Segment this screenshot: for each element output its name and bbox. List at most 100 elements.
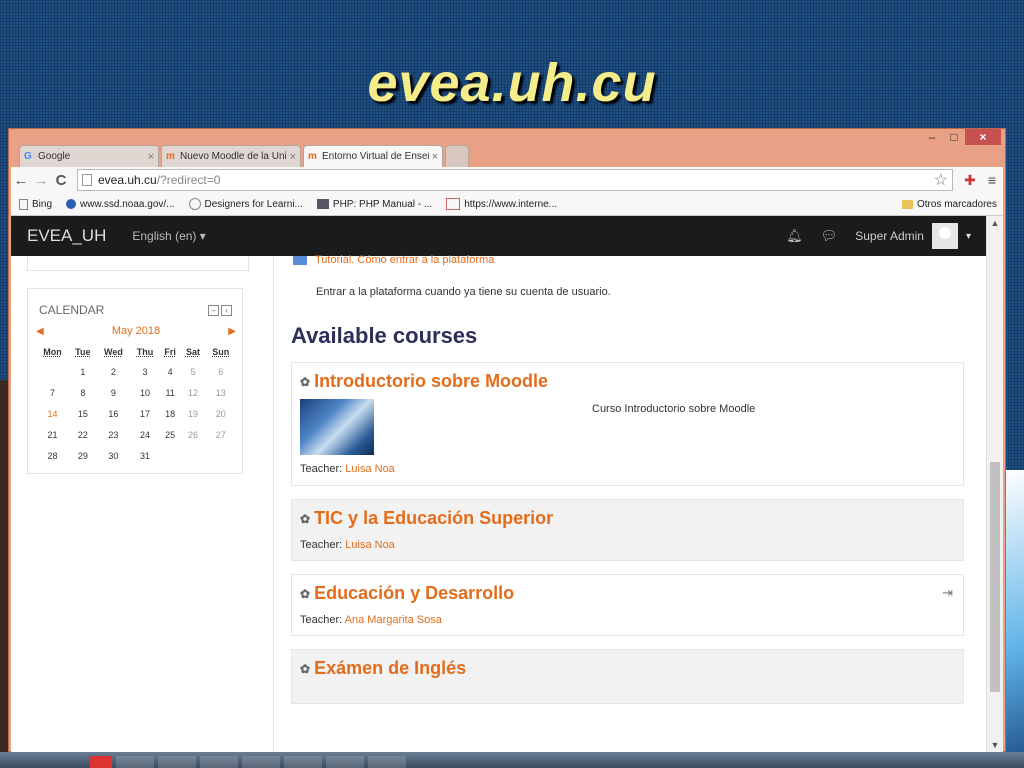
minimize-button[interactable]: – (921, 129, 943, 145)
bookmark-bing[interactable]: Bing (19, 198, 52, 210)
collapse-icon[interactable]: – (208, 305, 219, 316)
teacher-link[interactable]: Ana Margarita Sosa (345, 614, 442, 626)
bookmark-internet[interactable]: https://www.interne... (446, 198, 557, 210)
calendar-day[interactable]: 6 (206, 361, 237, 382)
message-icon[interactable]: 💬︎ (821, 228, 838, 244)
scrollbar-thumb[interactable] (990, 462, 1000, 692)
teacher-link[interactable]: Luisa Noa (345, 463, 395, 475)
calendar-day[interactable]: 20 (206, 403, 237, 424)
calendar-day[interactable]: 14 (36, 403, 69, 424)
calendar-day[interactable]: 26 (180, 424, 205, 445)
taskbar-app[interactable] (90, 756, 112, 768)
calendar-day[interactable]: 3 (130, 361, 160, 382)
course-image (300, 399, 374, 455)
calendar-day[interactable]: 23 (97, 424, 131, 445)
enrol-icon[interactable]: ⇥ (942, 585, 953, 601)
prev-month-icon[interactable]: ◀ (36, 326, 44, 337)
ws-icon (446, 198, 461, 210)
tutorial-link[interactable]: Tutorial. Cómo entrar a la plataforma (293, 254, 494, 266)
dock-icon[interactable]: ‹ (221, 305, 232, 316)
back-arrow-icon[interactable]: ← (11, 172, 31, 189)
taskbar-app[interactable] (326, 756, 364, 768)
new-tab-button[interactable] (445, 145, 469, 167)
slide-title: evea.uh.cu (367, 53, 657, 113)
bookmark-php[interactable]: PHP: PHP Manual - ... (316, 199, 432, 210)
tab-nuevo-moodle[interactable]: m Nuevo Moodle de la Unive × (161, 145, 301, 167)
calendar-month[interactable]: May 2018 (44, 325, 229, 337)
calendar-day[interactable]: 13 (206, 382, 237, 403)
calendar-day[interactable]: 7 (36, 382, 69, 403)
avatar[interactable] (931, 223, 958, 249)
calendar-day[interactable]: 27 (206, 424, 237, 445)
calendar-day[interactable]: 5 (180, 361, 205, 382)
teacher-link[interactable]: Luisa Noa (345, 539, 395, 551)
calendar-day[interactable]: 17 (130, 403, 160, 424)
course-name[interactable]: ✿ Exámen de Inglés (300, 658, 466, 679)
tutorial-link-text[interactable]: Tutorial. Cómo entrar a la plataforma (315, 254, 494, 266)
address-bar[interactable]: evea.uh.cu/?redirect=0 ☆ (77, 169, 953, 191)
course-name-text[interactable]: TIC y la Educación Superior (314, 508, 553, 529)
calendar-day[interactable]: 2 (97, 361, 131, 382)
forward-arrow-icon[interactable]: → (31, 172, 51, 189)
course-name-text[interactable]: Introductorio sobre Moodle (314, 371, 548, 392)
page-scrollbar[interactable]: ▲ ▼ (986, 216, 1003, 752)
next-month-icon[interactable]: ▶ (228, 326, 236, 337)
user-name[interactable]: Super Admin (855, 229, 924, 243)
calendar-day[interactable]: 9 (97, 382, 131, 403)
calendar-day[interactable]: 21 (36, 424, 69, 445)
scroll-down-icon[interactable]: ▼ (987, 740, 1003, 750)
bookmark-star-icon[interactable]: ☆ (934, 170, 948, 190)
maximize-button[interactable]: □ (943, 129, 965, 145)
course-name-text[interactable]: Exámen de Inglés (314, 658, 466, 679)
taskbar-app[interactable] (242, 756, 280, 768)
tab-entorno-virtual[interactable]: m Entorno Virtual de Enseñan × (303, 145, 443, 167)
calendar-day[interactable]: 31 (130, 445, 160, 466)
calendar-day[interactable]: 15 (69, 403, 96, 424)
user-menu-caret-icon[interactable]: ▾ (966, 231, 971, 242)
course-name[interactable]: ✿ Educación y Desarrollo (300, 583, 514, 604)
calendar-day[interactable]: 19 (180, 403, 205, 424)
bookmark-noaa[interactable]: www.ssd.noaa.gov/... (66, 199, 175, 210)
calendar-day[interactable]: 11 (160, 382, 181, 403)
calendar-day[interactable]: 28 (36, 445, 69, 466)
close-window-button[interactable]: × (965, 129, 1001, 145)
bookmark-designers[interactable]: Designers for Learni... (188, 198, 303, 210)
taskbar-app[interactable] (368, 756, 406, 768)
taskbar-app[interactable] (116, 756, 154, 768)
extension-icon[interactable]: ✚ (959, 172, 981, 189)
scroll-up-icon[interactable]: ▲ (987, 218, 1003, 228)
course-name-text[interactable]: Educación y Desarrollo (314, 583, 514, 604)
notification-bell-icon[interactable]: 🔔︎ (786, 228, 803, 244)
menu-icon[interactable]: ≡ (981, 172, 1003, 188)
taskbar-app[interactable] (158, 756, 196, 768)
calendar-day[interactable]: 22 (69, 424, 96, 445)
taskbar-app[interactable] (200, 756, 238, 768)
calendar-day[interactable]: 4 (160, 361, 181, 382)
calendar-day (206, 445, 237, 466)
close-tab-icon[interactable]: × (148, 151, 154, 163)
calendar-day[interactable]: 25 (160, 424, 181, 445)
calendar-day[interactable]: 16 (97, 403, 131, 424)
calendar-day-header: Tue (75, 347, 91, 357)
php-icon (316, 199, 329, 209)
reload-icon[interactable]: C (51, 172, 71, 189)
url-host: evea.uh.cu (98, 173, 157, 187)
taskbar-app[interactable] (284, 756, 322, 768)
close-tab-icon[interactable]: × (290, 151, 296, 163)
calendar-day[interactable]: 8 (69, 382, 96, 403)
calendar-day[interactable]: 18 (160, 403, 181, 424)
calendar-day[interactable]: 12 (180, 382, 205, 403)
calendar-day[interactable]: 24 (130, 424, 160, 445)
site-brand[interactable]: EVEA_UH (27, 226, 106, 246)
calendar-day[interactable]: 1 (69, 361, 96, 382)
course-name[interactable]: ✿ Introductorio sobre Moodle (300, 371, 548, 392)
moodle-icon: m (308, 151, 317, 162)
calendar-day[interactable]: 29 (69, 445, 96, 466)
bookmark-other-folder[interactable]: Otros marcadores (901, 199, 997, 210)
calendar-day[interactable]: 10 (130, 382, 160, 403)
close-tab-icon[interactable]: × (432, 151, 438, 163)
language-menu[interactable]: English (en) ▾ (132, 229, 205, 243)
tab-google[interactable]: G Google × (19, 145, 159, 167)
calendar-day[interactable]: 30 (97, 445, 131, 466)
course-name[interactable]: ✿ TIC y la Educación Superior (300, 508, 553, 529)
